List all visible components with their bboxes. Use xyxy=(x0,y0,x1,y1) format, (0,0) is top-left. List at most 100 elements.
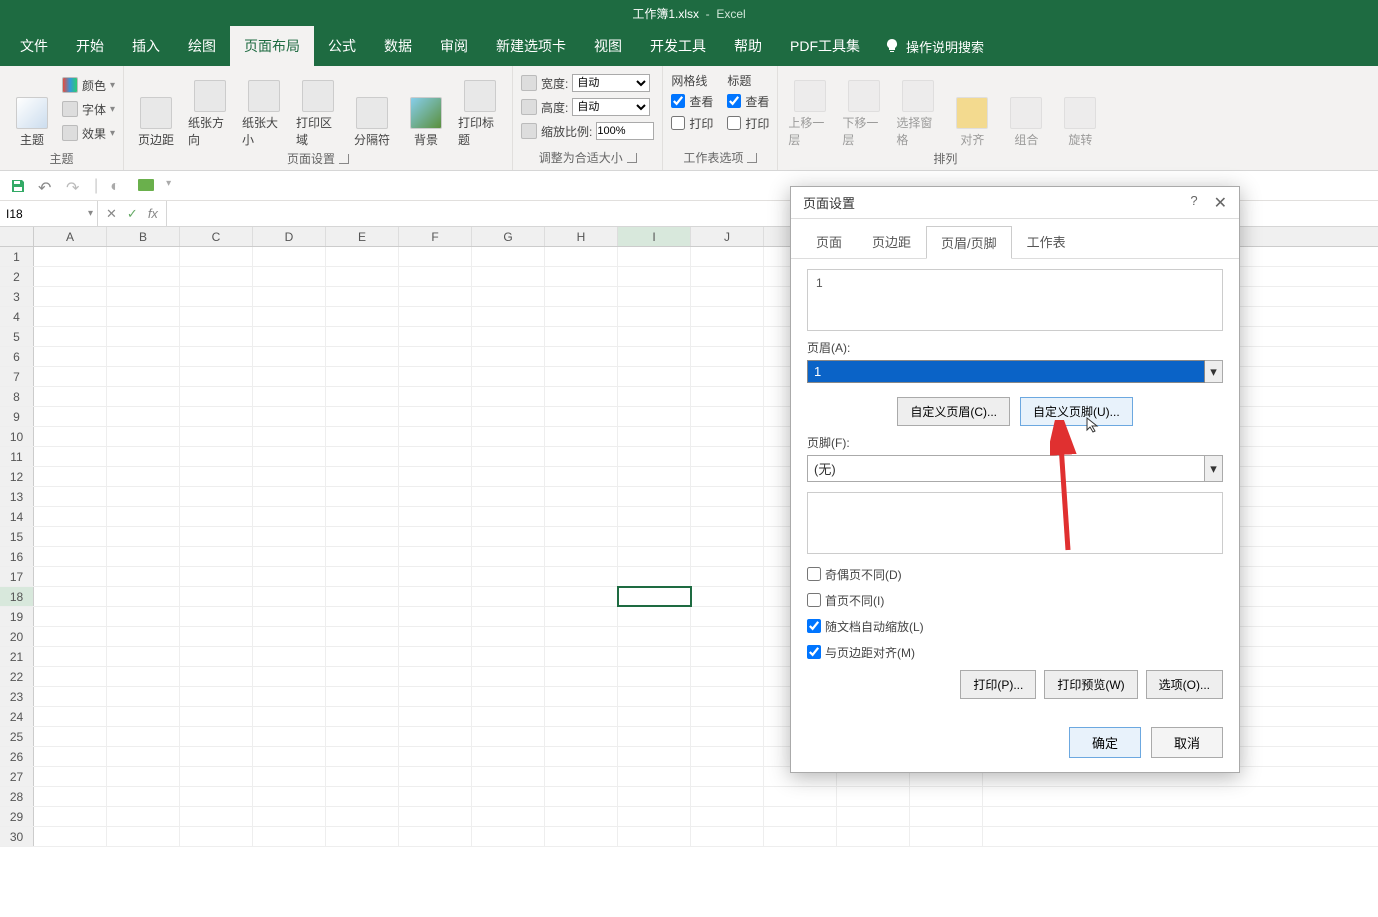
cell[interactable] xyxy=(618,327,691,346)
cell[interactable] xyxy=(399,727,472,746)
cell[interactable] xyxy=(545,587,618,606)
cell[interactable] xyxy=(180,607,253,626)
cell[interactable] xyxy=(545,267,618,286)
cell[interactable] xyxy=(618,267,691,286)
cell[interactable] xyxy=(399,407,472,426)
cell[interactable] xyxy=(107,527,180,546)
cell[interactable] xyxy=(180,287,253,306)
row-header-22[interactable]: 22 xyxy=(0,667,34,686)
cell[interactable] xyxy=(326,287,399,306)
cell[interactable] xyxy=(691,247,764,266)
cell[interactable] xyxy=(107,767,180,786)
cell[interactable] xyxy=(34,427,107,446)
cell[interactable] xyxy=(180,447,253,466)
cell[interactable] xyxy=(180,527,253,546)
cell[interactable] xyxy=(34,347,107,366)
ribbon-tab-10[interactable]: 开发工具 xyxy=(636,26,720,66)
cell[interactable] xyxy=(34,567,107,586)
cell[interactable] xyxy=(399,607,472,626)
cell[interactable] xyxy=(618,747,691,766)
cell[interactable] xyxy=(618,807,691,826)
cell[interactable] xyxy=(253,747,326,766)
cell[interactable] xyxy=(180,727,253,746)
qat-more-icon[interactable]: ▾ xyxy=(166,178,182,194)
cell[interactable] xyxy=(545,647,618,666)
cell[interactable] xyxy=(618,787,691,806)
cell[interactable] xyxy=(472,627,545,646)
dialog-tab-0[interactable]: 页面 xyxy=(801,225,857,258)
cell[interactable] xyxy=(34,587,107,606)
cell[interactable] xyxy=(34,627,107,646)
help-icon[interactable]: ? xyxy=(1190,193,1197,213)
dialog-tab-1[interactable]: 页边距 xyxy=(857,225,926,258)
cell[interactable] xyxy=(180,267,253,286)
custom-header-button[interactable]: 自定义页眉(C)... xyxy=(897,397,1010,426)
row-header-23[interactable]: 23 xyxy=(0,687,34,706)
row-header-1[interactable]: 1 xyxy=(0,247,34,266)
footer-combo[interactable]: (无) ▾ xyxy=(807,455,1223,482)
cell[interactable] xyxy=(180,707,253,726)
cell[interactable] xyxy=(472,527,545,546)
cell[interactable] xyxy=(180,487,253,506)
cell[interactable] xyxy=(180,387,253,406)
select-all-corner[interactable] xyxy=(0,227,34,246)
cell[interactable] xyxy=(399,587,472,606)
dialog-tab-3[interactable]: 工作表 xyxy=(1012,225,1081,258)
gridlines-view-check[interactable]: 查看 xyxy=(671,91,713,111)
cell[interactable] xyxy=(691,327,764,346)
cell[interactable] xyxy=(34,467,107,486)
dialog-check-1[interactable]: 首页不同(I) xyxy=(807,590,1223,610)
cell[interactable] xyxy=(107,507,180,526)
cell[interactable] xyxy=(107,827,180,846)
cell[interactable] xyxy=(253,587,326,606)
dialog-titlebar[interactable]: 页面设置 ? ✕ xyxy=(791,187,1239,219)
cell[interactable] xyxy=(253,827,326,846)
cell[interactable] xyxy=(107,407,180,426)
header-dropdown-icon[interactable]: ▾ xyxy=(1205,360,1223,383)
cell[interactable] xyxy=(472,567,545,586)
row-header-12[interactable]: 12 xyxy=(0,467,34,486)
cell[interactable] xyxy=(472,767,545,786)
cell[interactable] xyxy=(107,387,180,406)
cell[interactable] xyxy=(253,527,326,546)
row-header-14[interactable]: 14 xyxy=(0,507,34,526)
ribbon-tab-9[interactable]: 视图 xyxy=(580,26,636,66)
cell[interactable] xyxy=(34,607,107,626)
cell[interactable] xyxy=(618,427,691,446)
theme-button[interactable]: 主题 xyxy=(8,72,56,150)
cell[interactable] xyxy=(107,627,180,646)
cell[interactable] xyxy=(253,287,326,306)
cell[interactable] xyxy=(545,687,618,706)
col-header-B[interactable]: B xyxy=(107,227,180,246)
row-header-9[interactable]: 9 xyxy=(0,407,34,426)
qat-icon-1[interactable]: ◐ xyxy=(110,178,126,194)
cell[interactable] xyxy=(253,367,326,386)
row-header-29[interactable]: 29 xyxy=(0,807,34,826)
cell[interactable] xyxy=(618,307,691,326)
cell[interactable] xyxy=(545,527,618,546)
cell[interactable] xyxy=(326,667,399,686)
tell-me-search[interactable]: 操作说明搜索 xyxy=(884,37,984,56)
row-header-11[interactable]: 11 xyxy=(0,447,34,466)
cell[interactable] xyxy=(34,407,107,426)
cell[interactable] xyxy=(618,587,691,606)
cell[interactable] xyxy=(34,387,107,406)
cell[interactable] xyxy=(399,247,472,266)
cell[interactable] xyxy=(253,487,326,506)
row-header-6[interactable]: 6 xyxy=(0,347,34,366)
row-header-26[interactable]: 26 xyxy=(0,747,34,766)
cell[interactable] xyxy=(34,767,107,786)
cell[interactable] xyxy=(545,827,618,846)
ribbon-tab-12[interactable]: PDF工具集 xyxy=(776,26,874,66)
cell[interactable] xyxy=(618,347,691,366)
cell[interactable] xyxy=(34,547,107,566)
cell[interactable] xyxy=(545,547,618,566)
print-area-button[interactable]: 打印区域 xyxy=(294,72,342,150)
save-icon[interactable] xyxy=(10,178,26,194)
cell[interactable] xyxy=(618,687,691,706)
enter-formula-icon[interactable]: ✓ xyxy=(127,206,138,222)
cell[interactable] xyxy=(472,667,545,686)
col-header-E[interactable]: E xyxy=(326,227,399,246)
cell[interactable] xyxy=(180,347,253,366)
col-header-F[interactable]: F xyxy=(399,227,472,246)
